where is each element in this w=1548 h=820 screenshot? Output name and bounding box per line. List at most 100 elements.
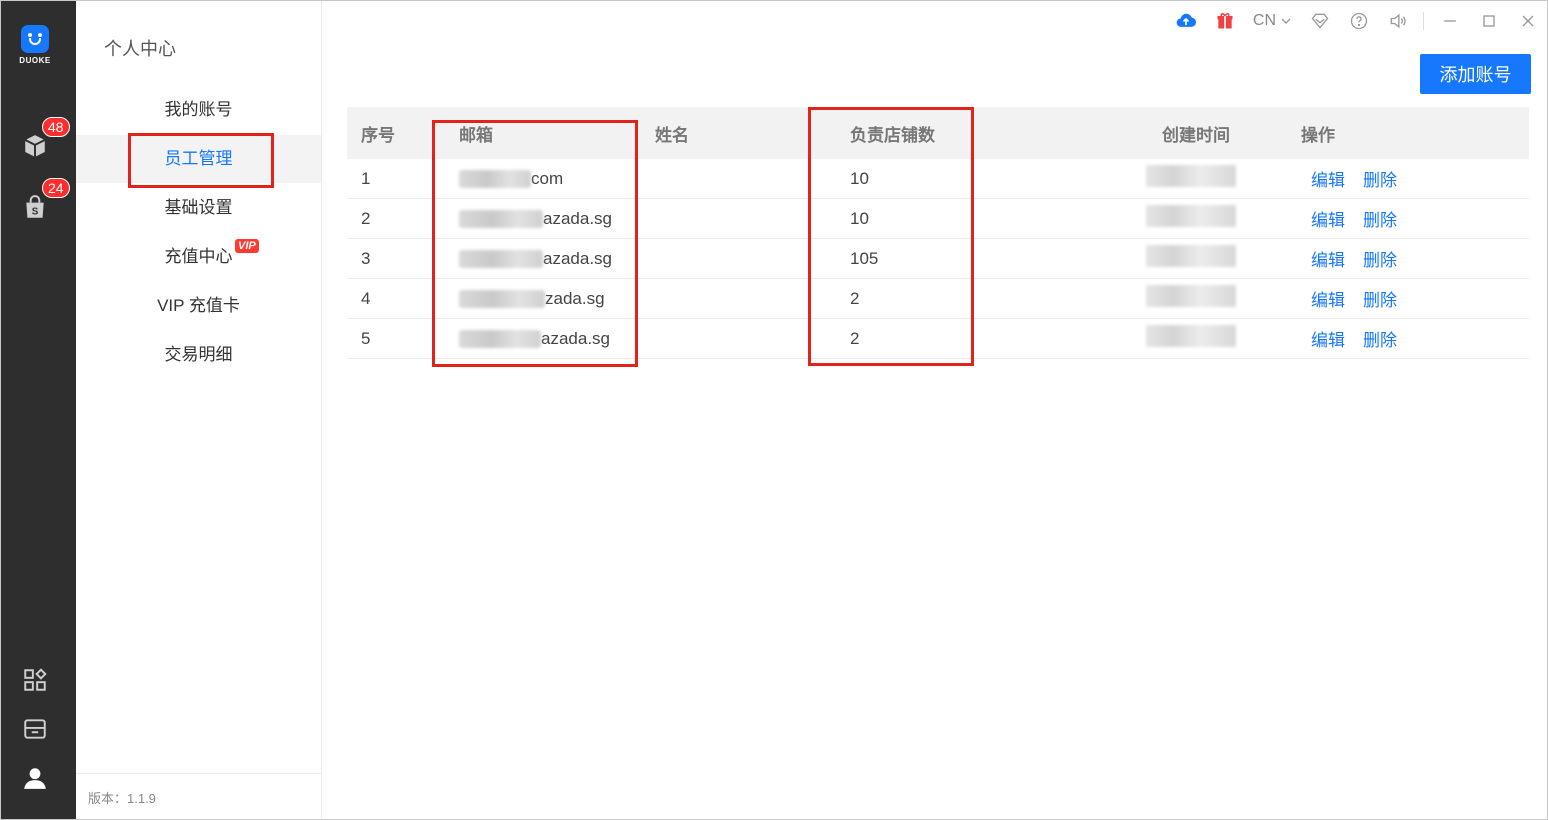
maximize-icon (1482, 15, 1495, 27)
logo-icon (21, 25, 49, 53)
col-header-email: 邮箱 (459, 125, 493, 145)
logo-text: DUOKE (19, 56, 51, 65)
table-header: 序号 邮箱 姓名 负责店铺数 创建时间 操作 (347, 107, 1529, 159)
sound-button[interactable] (1378, 7, 1417, 35)
close-button[interactable] (1508, 7, 1547, 35)
package-icon (24, 135, 46, 157)
sidebar-item-basic-settings[interactable]: 基础设置 (76, 184, 321, 232)
sidebar-item-my-account[interactable]: 我的账号 (76, 86, 321, 134)
row-shops: 2 (850, 328, 860, 348)
redacted-email (459, 249, 543, 268)
sidebar-item-transactions[interactable]: 交易明细 (76, 331, 321, 379)
title-bar-divider (1423, 12, 1424, 30)
minimize-button[interactable] (1430, 7, 1469, 35)
gift-button[interactable] (1206, 7, 1245, 35)
col-header-name: 姓名 (655, 125, 689, 145)
rail-apps[interactable] (20, 665, 50, 695)
sidebar-item-label: 员工管理 (164, 149, 233, 168)
email-suffix: azada.sg (543, 248, 612, 268)
email-suffix: azada.sg (541, 328, 610, 348)
store-icon (24, 719, 46, 739)
sidebar-item-label: 交易明细 (164, 345, 233, 364)
email-suffix: zada.sg (545, 288, 605, 308)
shopping-bag-icon: S (26, 195, 44, 218)
chevron-down-icon (1281, 18, 1291, 24)
redacted-created-time (1146, 285, 1236, 307)
row-shops: 105 (850, 248, 879, 268)
delete-link[interactable]: 删除 (1363, 291, 1397, 310)
redacted-created-time (1146, 325, 1236, 347)
sidebar-title: 个人中心 (104, 39, 176, 59)
rail-store[interactable] (20, 714, 50, 744)
vip-button[interactable] (1300, 7, 1339, 35)
sidebar-item-label: 充值中心 (164, 247, 233, 266)
redacted-email (459, 329, 541, 348)
redacted-email (459, 169, 531, 188)
redacted-email (459, 209, 543, 228)
version-label: 版本：1.1.9 (76, 773, 321, 819)
row-shops: 2 (850, 288, 860, 308)
shop-badge: 24 (42, 178, 70, 198)
sidebar-item-recharge-center[interactable]: 充值中心 VIP (76, 233, 321, 281)
delete-link[interactable]: 删除 (1363, 211, 1397, 230)
delete-link[interactable]: 删除 (1363, 171, 1397, 190)
row-shops: 10 (850, 208, 869, 228)
table-row: 1 com 10 编辑 删除 (347, 159, 1529, 199)
edit-link[interactable]: 编辑 (1311, 331, 1345, 350)
row-index: 5 (361, 328, 371, 348)
user-icon (24, 768, 46, 789)
language-selector[interactable]: CN (1245, 12, 1300, 30)
upload-button[interactable] (1167, 7, 1206, 35)
sidebar-item-label: 我的账号 (164, 100, 233, 119)
left-rail: DUOKE 48 S 24 (1, 1, 76, 819)
redacted-created-time (1146, 205, 1236, 227)
gift-icon (1217, 13, 1233, 29)
minimize-icon (1443, 20, 1456, 22)
svg-text:S: S (32, 207, 39, 218)
rail-user[interactable] (20, 763, 50, 793)
apps-grid-icon (24, 668, 47, 691)
help-icon (1350, 12, 1367, 30)
redacted-created-time (1146, 245, 1236, 267)
redacted-created-time (1146, 165, 1236, 187)
row-index: 2 (361, 208, 371, 228)
sidebar-item-label: 基础设置 (164, 198, 233, 217)
diamond-icon (1311, 13, 1328, 29)
delete-link[interactable]: 删除 (1363, 251, 1397, 270)
row-index: 4 (361, 288, 371, 308)
upload-cloud-icon (1177, 13, 1197, 27)
vip-tag: VIP (235, 239, 259, 253)
row-index: 3 (361, 248, 371, 268)
maximize-button[interactable] (1469, 7, 1508, 35)
sidebar-item-vip-card[interactable]: VIP 充值卡 (76, 282, 321, 330)
col-header-created: 创建时间 (1162, 125, 1230, 145)
sidebar-item-staff-management[interactable]: 员工管理 (76, 135, 321, 183)
personal-center-sidebar: 个人中心 我的账号 员工管理 基础设置 充值中心 VIP VIP 充值卡 交易明… (76, 1, 322, 819)
row-shops: 10 (850, 168, 869, 188)
rail-orders[interactable] (20, 131, 50, 161)
close-icon (1522, 15, 1533, 27)
edit-link[interactable]: 编辑 (1311, 211, 1345, 230)
rail-shop[interactable]: S (20, 193, 50, 223)
app-logo[interactable]: DUOKE (14, 25, 56, 65)
help-button[interactable] (1339, 7, 1378, 35)
col-header-actions: 操作 (1301, 125, 1335, 145)
redacted-email (459, 289, 545, 308)
edit-link[interactable]: 编辑 (1311, 171, 1345, 190)
app-window: DUOKE 48 S 24 个人中心 我的账号 员工管理 基础设置 充值中心 V… (0, 0, 1548, 820)
email-suffix: com (531, 168, 564, 188)
row-index: 1 (361, 168, 371, 188)
edit-link[interactable]: 编辑 (1311, 251, 1345, 270)
col-header-index: 序号 (361, 125, 395, 145)
add-account-button[interactable]: 添加账号 (1420, 54, 1531, 94)
language-value: CN (1252, 12, 1276, 29)
email-suffix: azada.sg (543, 208, 612, 228)
col-header-shops: 负责店铺数 (850, 125, 935, 145)
main-content: CN 添加账号 序号 邮箱 姓名 负责店铺数 创建时间 操作 1 com 10 … (323, 1, 1547, 819)
table-row: 3 azada.sg 105 编辑 删除 (347, 239, 1529, 279)
table-row: 4 zada.sg 2 编辑 删除 (347, 279, 1529, 319)
edit-link[interactable]: 编辑 (1311, 291, 1345, 310)
orders-badge: 48 (42, 117, 70, 137)
delete-link[interactable]: 删除 (1363, 331, 1397, 350)
table-row: 5 azada.sg 2 编辑 删除 (347, 319, 1529, 359)
